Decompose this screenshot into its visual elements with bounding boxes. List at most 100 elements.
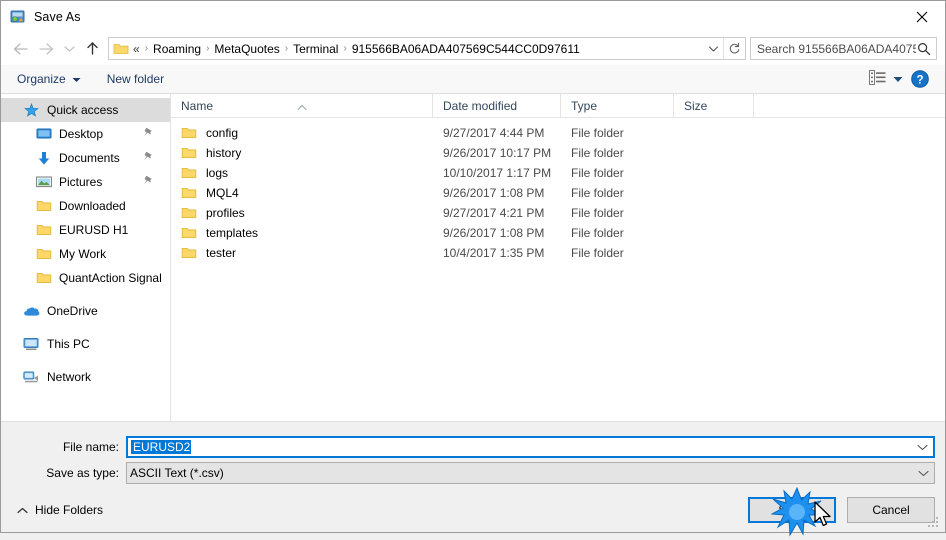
new-folder-button[interactable]: New folder (107, 72, 164, 86)
file-name-label: tester (206, 246, 237, 260)
file-name-label: MQL4 (206, 186, 239, 200)
file-name-label: logs (206, 166, 229, 180)
help-button[interactable]: ? (911, 70, 929, 88)
table-row[interactable]: config 9/27/2017 4:44 PM File folder (171, 123, 945, 143)
breadcrumb-item-0[interactable]: « (131, 42, 144, 56)
address-bar[interactable]: « › Roaming › MetaQuotes › Terminal › 91… (108, 37, 746, 60)
cancel-button[interactable]: Cancel (847, 497, 935, 523)
save-button-label: Save (778, 503, 806, 517)
title-bar: Save As (1, 1, 945, 32)
network-icon (23, 369, 40, 385)
sidebar-item-my-work[interactable]: My Work (1, 242, 170, 266)
folder-icon (35, 198, 52, 214)
file-name-input[interactable]: EURUSD2 (126, 436, 935, 458)
refresh-button[interactable] (723, 38, 745, 59)
file-date-cell: 9/26/2017 1:08 PM (443, 186, 545, 200)
file-date-cell: 10/10/2017 1:17 PM (443, 166, 552, 180)
file-name-label: config (206, 126, 239, 140)
pictures-icon (35, 174, 52, 190)
sidebar-item-label: OneDrive (47, 304, 98, 318)
desktop-icon (35, 126, 52, 142)
this-pc-icon (23, 336, 40, 352)
file-type-cell: File folder (571, 206, 624, 220)
file-name-cell: MQL4 (171, 186, 433, 200)
navigation-bar: « › Roaming › MetaQuotes › Terminal › 91… (1, 32, 945, 65)
sidebar-item-desktop[interactable]: Desktop (1, 122, 170, 146)
table-row[interactable]: profiles 9/27/2017 4:21 PM File folder (171, 203, 945, 223)
chevron-up-icon (17, 507, 28, 514)
hide-folders-button[interactable]: Hide Folders (17, 503, 103, 517)
hide-folders-label: Hide Folders (35, 503, 104, 517)
app-icon (10, 9, 26, 25)
search-input[interactable]: Search 915566BA06ADA40756... (750, 37, 937, 60)
table-row[interactable]: tester 10/4/2017 1:35 PM File folder (171, 243, 945, 263)
view-layout-icon (869, 70, 886, 88)
file-name-value: EURUSD2 (131, 440, 192, 454)
sidebar-item-quantaction-signal[interactable]: QuantAction Signal (1, 266, 170, 290)
breadcrumb-item-3[interactable]: Terminal (289, 42, 342, 56)
file-date-cell: 9/26/2017 10:17 PM (443, 146, 552, 160)
window-title: Save As (34, 9, 81, 24)
column-header-date-modified[interactable]: Date modified (433, 93, 561, 118)
breadcrumb: « › Roaming › MetaQuotes › Terminal › 91… (131, 42, 704, 56)
folder-icon (181, 126, 198, 140)
sidebar-item-quick-access[interactable]: Quick access (1, 98, 170, 122)
table-row[interactable]: MQL4 9/26/2017 1:08 PM File folder (171, 183, 945, 203)
dialog-buttons-row: Hide Folders Save Cancel (1, 488, 945, 532)
forward-button[interactable] (33, 36, 59, 62)
sidebar-item-label: My Work (59, 247, 107, 261)
close-button[interactable] (899, 1, 945, 32)
breadcrumb-item-1[interactable]: Roaming (149, 42, 205, 56)
table-row[interactable]: history 9/26/2017 10:17 PM File folder (171, 143, 945, 163)
file-type-cell: File folder (571, 126, 624, 140)
sidebar-item-pictures[interactable]: Pictures (1, 170, 170, 194)
file-name-label: File name: (62, 440, 119, 454)
download-icon (35, 150, 52, 166)
back-button[interactable] (7, 36, 33, 62)
view-mode-button[interactable] (869, 70, 903, 88)
sidebar-item-documents[interactable]: Documents (1, 146, 170, 170)
column-header-size[interactable]: Size (674, 93, 754, 118)
chevron-down-icon (893, 72, 903, 86)
file-list-header: Name Date modified Type Size (171, 93, 945, 118)
address-dropdown-button[interactable] (704, 38, 723, 59)
chevron-down-icon[interactable] (911, 444, 933, 451)
file-name-label: history (206, 146, 242, 160)
table-row[interactable]: logs 10/10/2017 1:17 PM File folder (171, 163, 945, 183)
table-row[interactable]: templates 9/26/2017 1:08 PM File folder (171, 223, 945, 243)
folder-icon (181, 146, 198, 160)
file-name-cell: profiles (171, 206, 433, 220)
sidebar-item-label: QuantAction Signal (59, 271, 162, 285)
sidebar-item-label: Pictures (59, 175, 103, 189)
sidebar-item-downloaded[interactable]: Downloaded (1, 194, 170, 218)
sidebar-item-label: This PC (47, 337, 90, 351)
organize-label: Organize (17, 72, 66, 86)
column-header-type[interactable]: Type (561, 93, 674, 118)
chevron-down-icon[interactable] (912, 470, 934, 477)
sidebar-item-eurusd-h1[interactable]: EURUSD H1 (1, 218, 170, 242)
sidebar-item-this-pc[interactable]: This PC (1, 332, 170, 356)
file-date-cell: 9/27/2017 4:44 PM (443, 126, 545, 140)
file-type-cell: File folder (571, 246, 624, 260)
sidebar-item-label: EURUSD H1 (59, 223, 129, 237)
file-type-cell: File folder (571, 186, 624, 200)
organize-button[interactable]: Organize (17, 72, 81, 86)
file-name-cell: config (171, 126, 433, 140)
recent-locations-button[interactable] (59, 36, 79, 62)
save-as-type-select[interactable]: ASCII Text (*.csv) (126, 462, 935, 484)
sidebar-item-label: Downloaded (59, 199, 126, 213)
column-header-name[interactable]: Name (171, 93, 433, 118)
file-name-row: File name: EURUSD2 (1, 436, 945, 458)
up-button[interactable] (79, 36, 105, 62)
sidebar-item-onedrive[interactable]: OneDrive (1, 299, 170, 323)
navigation-sidebar: Quick access Desktop Documents Pictures … (1, 94, 171, 421)
file-name-cell: history (171, 146, 433, 160)
folder-icon (181, 206, 198, 220)
breadcrumb-item-4[interactable]: 915566BA06ADA407569C544CC0D97611 (348, 42, 584, 56)
cancel-button-label: Cancel (872, 503, 910, 517)
save-button[interactable]: Save (748, 497, 836, 523)
resize-grip[interactable] (927, 515, 940, 528)
breadcrumb-item-2[interactable]: MetaQuotes (210, 42, 283, 56)
sidebar-item-network[interactable]: Network (1, 365, 170, 389)
file-list-pane: Name Date modified Type Size config 9/27… (171, 93, 945, 421)
